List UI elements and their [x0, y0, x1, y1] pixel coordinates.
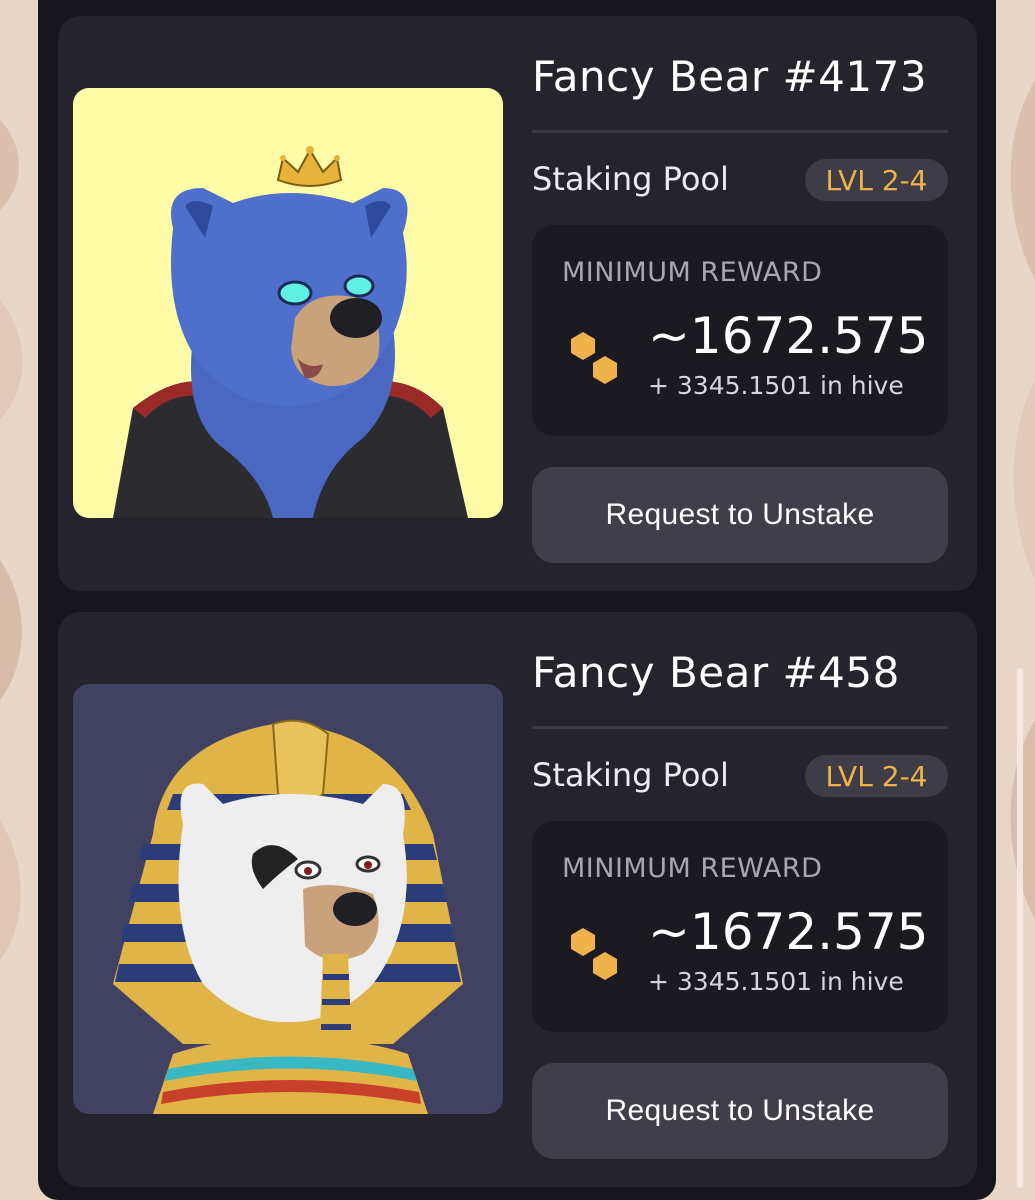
- reward-amount: ~1672.575: [648, 903, 929, 961]
- nft-name: Fancy Bear #4173: [532, 52, 928, 101]
- bear-portrait-crowned: [73, 88, 503, 518]
- honey-hexagon-icon: [571, 928, 617, 980]
- reward-amount: ~1672.575: [648, 307, 929, 365]
- nft-artwork: [73, 684, 503, 1114]
- request-unstake-button[interactable]: Request to Unstake: [532, 467, 948, 563]
- honey-hexagon-icon: [571, 332, 617, 384]
- divider: [532, 726, 948, 729]
- reward-title: MINIMUM REWARD: [562, 257, 823, 288]
- minimum-reward-box: MINIMUM REWARD ~1672.575 + 3345.1501 in …: [532, 225, 948, 436]
- bear-portrait-pharaoh: [73, 684, 503, 1114]
- minimum-reward-box: MINIMUM REWARD ~1672.575 + 3345.1501 in …: [532, 821, 948, 1032]
- level-badge: LVL 2-4: [805, 755, 948, 797]
- divider: [532, 130, 948, 133]
- level-badge: LVL 2-4: [805, 159, 948, 201]
- staking-pool-label: Staking Pool: [532, 756, 729, 794]
- staked-nft-card: Fancy Bear #4173 Staking Pool LVL 2-4 MI…: [58, 16, 977, 591]
- reward-hive-amount: + 3345.1501 in hive: [648, 967, 904, 996]
- request-unstake-button[interactable]: Request to Unstake: [532, 1063, 948, 1159]
- nft-artwork: [73, 88, 503, 518]
- reward-title: MINIMUM REWARD: [562, 853, 823, 884]
- scrollbar[interactable]: [1017, 668, 1023, 1188]
- nft-name: Fancy Bear #458: [532, 648, 900, 697]
- reward-hive-amount: + 3345.1501 in hive: [648, 371, 904, 400]
- staking-pool-label: Staking Pool: [532, 160, 729, 198]
- staked-nft-card: Fancy Bear #458 Staking Pool LVL 2-4 MIN…: [58, 612, 977, 1187]
